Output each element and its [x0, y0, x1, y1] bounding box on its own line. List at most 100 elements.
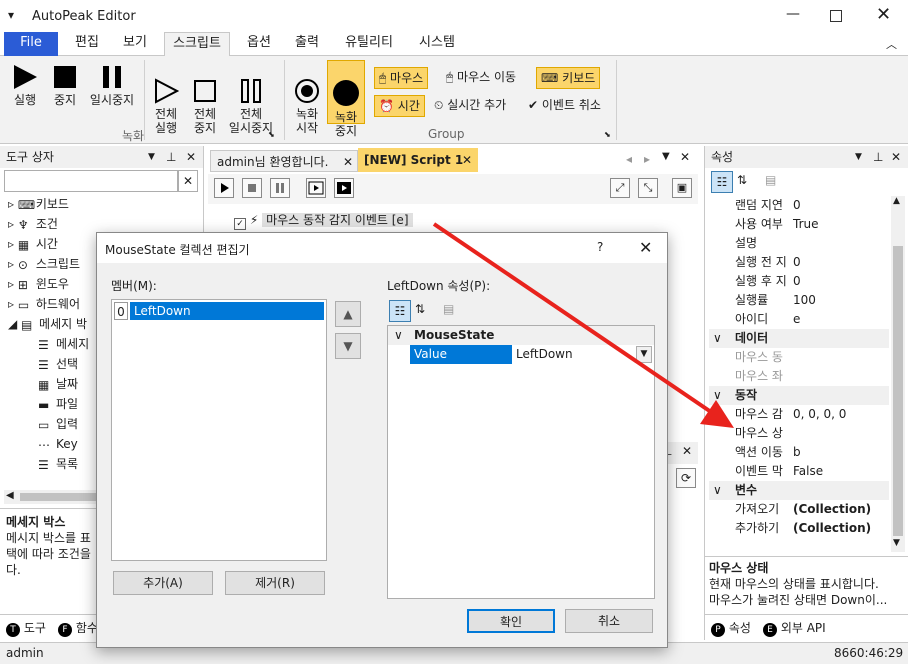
doc-tab-script[interactable]: [NEW] Script 1 ✕ — [358, 148, 478, 172]
collapse-ribbon-icon[interactable]: ︿ — [886, 36, 897, 52]
dropdown-icon[interactable]: ▼ — [855, 146, 862, 168]
mouse-button[interactable]: 🖱 마우스 — [374, 67, 429, 89]
list-item[interactable]: 0 LeftDown — [114, 302, 324, 320]
property-row[interactable]: 실행률 100 — [709, 291, 889, 310]
expand-button[interactable]: ⤢ — [610, 178, 630, 198]
collapse-icon[interactable]: ∨ — [713, 386, 722, 405]
property-pages-icon[interactable]: ▤ — [443, 302, 454, 316]
property-row[interactable]: 액션 이동 b — [709, 443, 889, 462]
tab-functions[interactable]: F 함수 — [58, 619, 98, 637]
property-row[interactable]: 랜덤 지연 0 — [709, 196, 889, 215]
property-row[interactable]: 추가하기 (Collection) — [709, 519, 889, 538]
category-row[interactable]: ∨ 변수 — [709, 481, 889, 500]
mouse-move-button[interactable]: 🖱 마우스 이동 — [442, 67, 520, 89]
close-doc-icon[interactable]: ✕ — [680, 150, 690, 164]
dialog-close-icon[interactable]: ✕ — [639, 238, 652, 257]
ok-button[interactable]: 확인 — [467, 609, 555, 633]
alphabetical-icon[interactable]: ⇅ — [737, 173, 747, 187]
stop-button[interactable]: 중지 — [48, 64, 82, 107]
checkbox-icon[interactable]: ✓ — [234, 218, 246, 230]
tab-scroll-left-icon[interactable]: ◂ — [626, 152, 632, 166]
tab-scroll-right-icon[interactable]: ▸ — [644, 152, 650, 166]
collapse-icon[interactable]: ∨ — [394, 326, 403, 345]
property-row[interactable]: 이벤트 막 False — [709, 462, 889, 481]
tree-item-condition[interactable]: ▹ ♆ 조건 — [8, 214, 198, 234]
maximize-icon[interactable] — [830, 10, 842, 22]
realtime-add-button[interactable]: ⏲ 실시간 추가 — [430, 95, 510, 117]
run-all-button[interactable]: 전체 실행 — [148, 64, 184, 149]
property-row[interactable]: 마우스 좌 — [709, 367, 889, 386]
help-button[interactable]: ? — [597, 240, 603, 254]
doc-tab-welcome[interactable]: admin님 환영합니다. ✕ — [210, 150, 358, 172]
close-panel-icon[interactable]: ✕ — [682, 444, 692, 458]
tab-file[interactable]: File — [4, 32, 58, 56]
close-tab-icon[interactable]: ✕ — [343, 151, 353, 173]
move-up-button[interactable]: ▲ — [335, 301, 361, 327]
script-step-button[interactable] — [306, 178, 326, 198]
app-menu-icon[interactable]: ▾ — [8, 8, 14, 22]
categorized-icon[interactable]: ☷ — [711, 171, 733, 193]
tree-item-keyboard[interactable]: ▹ ⌨키보드 — [8, 194, 198, 214]
alphabetical-icon[interactable]: ⇅ — [415, 302, 425, 316]
pause-button[interactable]: 일시중지 — [86, 64, 138, 107]
property-row[interactable]: 설명 — [709, 234, 889, 253]
close-icon[interactable]: ✕ — [876, 4, 891, 25]
tab-script[interactable]: 스크립트 — [164, 32, 230, 57]
tab-output[interactable]: 출력 — [284, 32, 330, 56]
time-button[interactable]: ⏰ 시간 — [374, 95, 425, 117]
script-pause-button[interactable] — [270, 178, 290, 198]
minimize-icon[interactable]: — — [786, 6, 800, 22]
tab-utility[interactable]: 유틸리티 — [336, 32, 402, 56]
run-button[interactable]: 실행 — [8, 64, 42, 107]
prop-value[interactable]: LeftDown — [516, 345, 573, 364]
record-start-button[interactable]: 녹화 시작 — [290, 64, 324, 149]
close-panel-icon[interactable]: ✕ — [186, 146, 196, 168]
script-run-button[interactable] — [214, 178, 234, 198]
property-row[interactable]: 실행 전 지0 — [709, 253, 889, 272]
category-row[interactable]: ∨ 데이터 — [709, 329, 889, 348]
collapse-icon[interactable]: ∨ — [713, 481, 722, 500]
tab-properties[interactable]: P 속성 — [711, 619, 751, 637]
delete-button[interactable]: ▣ — [672, 178, 692, 198]
refresh-button[interactable]: ⟳ — [676, 468, 696, 488]
pin-icon[interactable]: ⊥ — [166, 146, 176, 168]
dropdown-icon[interactable]: ▼ — [148, 146, 155, 168]
collapse-button[interactable]: ⤡ — [638, 178, 658, 198]
property-row[interactable]: 마우스 감 0, 0, 0, 0 — [709, 405, 889, 424]
tab-view[interactable]: 보기 — [112, 32, 158, 56]
tab-options[interactable]: 옵션 — [236, 32, 282, 56]
tab-edit[interactable]: 편집 — [64, 32, 110, 56]
tab-system[interactable]: 시스템 — [410, 32, 464, 56]
stop-all-button[interactable]: 전체 중지 — [188, 64, 222, 149]
tab-list-icon[interactable]: ▼ — [662, 151, 670, 162]
cancel-button[interactable]: 취소 — [565, 609, 653, 633]
collapse-icon[interactable]: ∨ — [713, 329, 722, 348]
group-launcher-icon[interactable]: ⬊ — [268, 130, 275, 139]
group-launcher-icon[interactable]: ⬊ — [604, 130, 611, 139]
property-scrollbar[interactable]: ▲ ▼ — [891, 196, 905, 552]
property-row[interactable]: 마우스 동 — [709, 348, 889, 367]
record-stop-button[interactable]: 녹화 중지 — [327, 60, 365, 138]
close-tab-icon[interactable]: ✕ — [462, 148, 472, 172]
tab-tools[interactable]: T 도구 — [6, 619, 46, 637]
category-row[interactable]: ∨ 동작 — [709, 386, 889, 405]
move-down-button[interactable]: ▼ — [335, 333, 361, 359]
script-event-node[interactable]: ✓ ⚡ 마우스 동작 감지 이벤트 [e] — [234, 210, 413, 230]
category-row[interactable]: ∨ MouseState — [388, 326, 654, 345]
property-pages-icon[interactable]: ▤ — [765, 173, 776, 187]
clear-search-button[interactable]: ✕ — [178, 170, 198, 192]
toolbox-search-input[interactable] — [4, 170, 178, 192]
add-button[interactable]: 추가(A) — [113, 571, 213, 595]
property-row[interactable]: 실행 후 지0 — [709, 272, 889, 291]
dropdown-button[interactable]: ▼ — [636, 346, 652, 363]
property-row[interactable]: 마우스 상 — [709, 424, 889, 443]
pin-icon[interactable]: ⊥ — [873, 146, 883, 168]
property-row[interactable]: 사용 여부 True — [709, 215, 889, 234]
tab-external-api[interactable]: E 외부 API — [763, 619, 826, 637]
remove-button[interactable]: 제거(R) — [225, 571, 325, 595]
property-row[interactable]: Value LeftDown ▼ — [388, 345, 654, 364]
keyboard-button[interactable]: ⌨ 키보드 — [536, 67, 601, 89]
close-panel-icon[interactable]: ✕ — [891, 146, 901, 168]
script-stop-button[interactable] — [242, 178, 262, 198]
event-cancel-button[interactable]: ✔ 이벤트 취소 — [524, 95, 605, 117]
